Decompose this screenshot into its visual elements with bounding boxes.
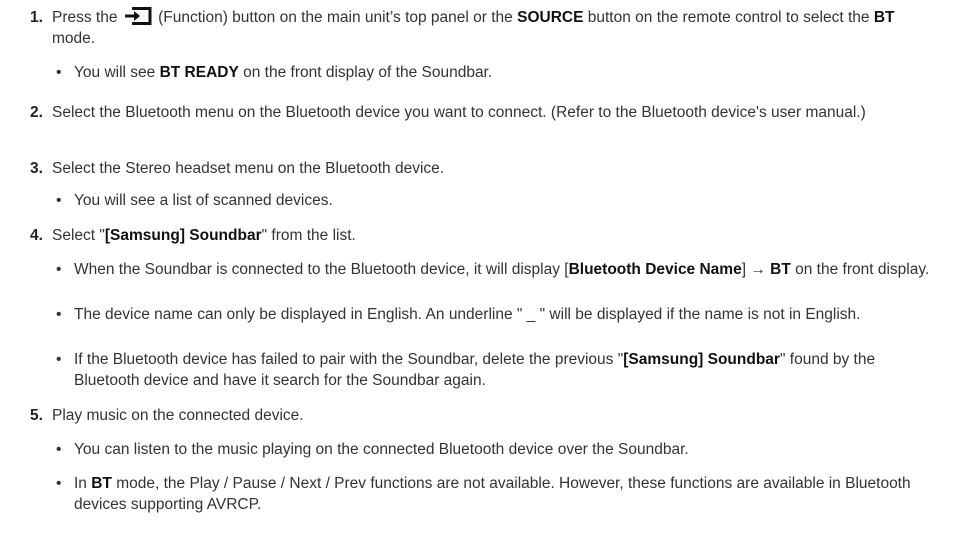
soundbar-name-keyword: [Samsung] Soundbar — [104, 227, 262, 244]
step-4-bullet-2: • The device name can only be displayed … — [56, 306, 861, 323]
step-5-bullet-1: • You can listen to the music playing on… — [56, 441, 689, 458]
bullet-dot: • — [56, 351, 62, 368]
step-text: Select the Stereo headset menu on the Bl… — [52, 160, 445, 177]
bt-keyword: BT — [770, 261, 791, 278]
soundbar-name-keyword: [Samsung] Soundbar — [623, 351, 780, 368]
step-number: 2. — [30, 104, 43, 121]
step-number: 1. — [30, 9, 43, 26]
bt-keyword: BT — [91, 475, 112, 492]
bullet-dot: • — [56, 261, 62, 278]
step-number: 4. — [30, 227, 43, 244]
step-2: 2. Select the Bluetooth menu on the Blue… — [30, 102, 940, 123]
function-source-icon — [123, 7, 153, 25]
step-text: Play music on the connected device. — [52, 407, 304, 424]
step-5-bullet-2: • In BT mode, the Play / Pause / Next / … — [56, 475, 911, 513]
step-1-bullet-1: • You will see BT READY on the front dis… — [56, 64, 493, 81]
bullet-dot: • — [56, 475, 62, 492]
step-text: (Function) button on the main unit’s top… — [153, 9, 518, 26]
bullet-dot: • — [56, 64, 62, 81]
manual-page: 1. Press the (Function) button on the ma… — [0, 0, 957, 559]
source-keyword: SOURCE — [517, 9, 584, 26]
bullet-dot: • — [56, 192, 62, 209]
bullet-dot: • — [56, 306, 62, 323]
device-name-keyword: Bluetooth Device Name — [568, 261, 742, 278]
step-5: 5. Play music on the connected device. — [30, 405, 940, 426]
step-text: Press the — [52, 9, 122, 26]
step-3: 3. Select the Stereo headset menu on the… — [30, 158, 940, 179]
step-4-bullet-1: • When the Soundbar is connected to the … — [56, 261, 930, 278]
step-4-bullet-3: • If the Bluetooth device has failed to … — [56, 351, 876, 389]
step-text: mode. — [52, 30, 96, 47]
step-3-bullet-1: • You will see a list of scanned devices… — [56, 192, 333, 209]
step-1: 1. Press the (Function) button on the ma… — [30, 7, 940, 49]
step-number: 3. — [30, 160, 43, 177]
bullet-dot: • — [56, 441, 62, 458]
bt-ready-keyword: BT READY — [159, 64, 239, 81]
bt-keyword: BT — [873, 9, 895, 26]
step-text: button on the remote control to select t… — [583, 9, 874, 26]
step-4: 4. Select "[Samsung] Soundbar" from the … — [30, 227, 356, 244]
step-number: 5. — [30, 407, 43, 424]
step-text: Select the Bluetooth menu on the Bluetoo… — [52, 104, 866, 121]
